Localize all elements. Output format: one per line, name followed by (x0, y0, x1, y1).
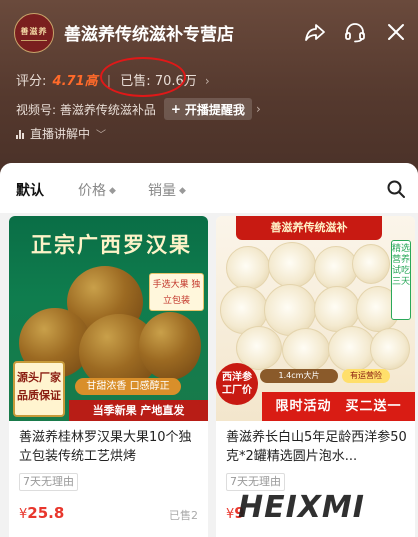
chevron-right-icon: › (255, 102, 261, 116)
close-icon[interactable] (384, 20, 408, 44)
logo-divider (21, 39, 47, 41)
live-indicator-icon (16, 129, 24, 139)
product-panel: 默认 价格 ◆ 销量 ◆ 正宗广西罗汉果 手选大果 独立包装 源头厂家 品质保证 甘… (0, 163, 418, 537)
annotation-circle (100, 57, 186, 97)
ginseng-slice (328, 326, 376, 372)
image-banner-text: 正宗广西罗汉果 (31, 233, 192, 257)
ginseng-slice (352, 244, 390, 284)
logo-text: 善滋养 (20, 26, 48, 36)
video-account-row: 视频号: 善滋养传统滋补品 + 开播提醒我 › (16, 98, 261, 120)
quality-seal: 源头厂家 品质保证 (13, 361, 65, 417)
chevron-right-icon: › (204, 74, 210, 88)
live-remind-label: 开播提醒我 (184, 102, 245, 117)
product-card[interactable]: 正宗广西罗汉果 手选大果 独立包装 源头厂家 品质保证 甘甜浓香 口感醇正 当季… (9, 216, 208, 537)
size-tag: 1.4cm大片 (260, 369, 338, 383)
flavor-pill: 甘甜浓香 口感醇正 (75, 378, 181, 395)
product-price: ¥25.8 (19, 504, 64, 522)
tab-default-label: 默认 (16, 183, 44, 199)
rating-value: 4.71高 (52, 74, 98, 89)
insurance-tag: 有运营险 (342, 369, 390, 383)
ginseng-slice (226, 246, 270, 290)
return-policy-tag: 7天无理由 (19, 473, 78, 491)
pack-tag: 手选大果 独立包装 (149, 273, 204, 311)
live-status-row[interactable]: 直播讲解中 ﹀ (16, 125, 106, 142)
product-image[interactable]: 善滋养传统滋补 精选营养 试吃三天 1.4cm大片 有运营险 西洋参 工厂价 限… (216, 216, 415, 421)
image-top-banner: 善滋养传统滋补 (236, 216, 382, 240)
store-logo[interactable]: 善滋养 (14, 13, 54, 53)
image-bottom-bar: 限时活动 买二送一 (262, 392, 415, 421)
watermark-logo: HEIXMI (238, 490, 365, 525)
share-icon[interactable] (303, 20, 327, 44)
search-icon[interactable] (386, 179, 406, 199)
ginseng-slice (370, 328, 410, 370)
store-name: 善滋养传统滋补专营店 (64, 25, 234, 45)
fruit-shape (139, 312, 201, 380)
customer-service-icon[interactable] (343, 20, 367, 44)
ginseng-slice (268, 242, 316, 288)
tab-price-label: 价格 (78, 183, 106, 199)
plus-icon: + (170, 102, 181, 116)
product-title: 善滋养长白山5年足龄西洋参50克*2罐精选圆片泡水... (226, 430, 407, 464)
tab-price[interactable]: 价格 ◆ (78, 180, 116, 200)
sort-tabs: 默认 价格 ◆ 销量 ◆ (0, 163, 418, 213)
product-title: 善滋养桂林罗汉果大果10个独立包装传统工艺烘烤 (19, 430, 192, 464)
live-remind-button[interactable]: + 开播提醒我 (163, 98, 252, 120)
chevron-down-icon: ﹀ (96, 130, 107, 141)
tab-default[interactable]: 默认 (16, 180, 44, 200)
store-header: 善滋养 善滋养传统滋补专营店 评分: 4.71高 | 已售: 70.6万 › 视… (0, 0, 418, 178)
tab-sales[interactable]: 销量 ◆ (148, 180, 186, 200)
video-account-label: 视频号: 善滋养传统滋补品 (16, 102, 156, 117)
tab-sales-label: 销量 (148, 183, 176, 199)
sort-arrow-icon: ◆ (179, 186, 186, 196)
product-card[interactable]: 善滋养传统滋补 精选营养 试吃三天 1.4cm大片 有运营险 西洋参 工厂价 限… (216, 216, 415, 537)
price-value: 25.8 (27, 504, 65, 522)
image-bottom-bar: 当季新果 产地直发 (69, 400, 208, 421)
factory-price-badge: 西洋参 工厂价 (216, 363, 258, 405)
rating-label: 评分: (16, 74, 47, 89)
live-status-label: 直播讲解中 (30, 127, 91, 141)
product-image[interactable]: 正宗广西罗汉果 手选大果 独立包装 源头厂家 品质保证 甘甜浓香 口感醇正 当季… (9, 216, 208, 421)
sold-count: 已售2 (169, 509, 198, 522)
side-tag: 精选营养 试吃三天 (391, 240, 411, 320)
ginseng-slice (282, 328, 330, 372)
return-policy-tag: 7天无理由 (226, 473, 285, 491)
sort-arrow-icon: ◆ (109, 186, 116, 196)
